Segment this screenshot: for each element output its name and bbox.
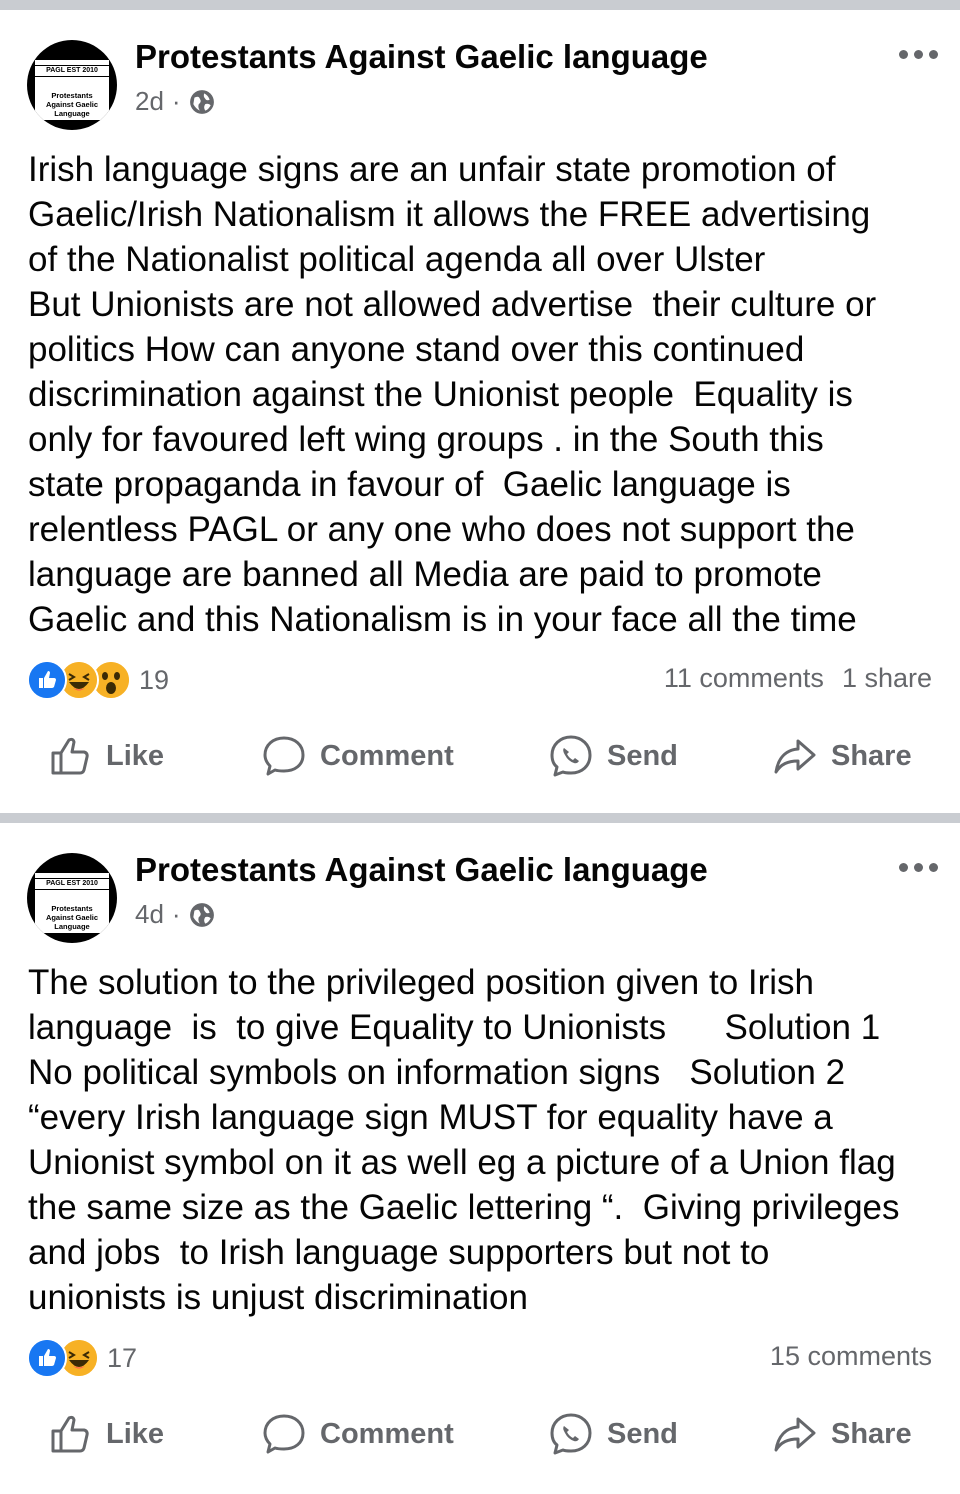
more-options-icon[interactable] bbox=[899, 863, 938, 872]
more-options-icon[interactable] bbox=[899, 50, 938, 59]
post-1: PAGL EST 2010 Protestants Against Gaelic… bbox=[0, 10, 960, 810]
avatar-line: Language bbox=[54, 109, 90, 118]
text-line: The solution to the privileged position … bbox=[28, 963, 815, 1002]
thumbs-up-icon bbox=[51, 1415, 89, 1453]
action-bar: Like Comment Send Share bbox=[0, 1412, 960, 1472]
comment-label: Comment bbox=[320, 739, 454, 772]
post-stats: 15 comments bbox=[770, 1341, 932, 1372]
globe-icon bbox=[189, 902, 214, 927]
text-line: No political symbols on information sign… bbox=[28, 1053, 846, 1092]
avatar-line: Protestants bbox=[51, 904, 93, 913]
text-line: language are banned all Media are paid t… bbox=[28, 555, 822, 594]
messenger-icon bbox=[550, 735, 592, 777]
share-arrow-icon bbox=[774, 1417, 816, 1452]
reactions-summary[interactable]: 17 bbox=[27, 1338, 137, 1378]
reaction-count[interactable]: 19 bbox=[139, 665, 169, 696]
comment-button[interactable]: Comment bbox=[262, 734, 454, 778]
post-time[interactable]: 4d bbox=[135, 899, 164, 930]
reaction-count[interactable]: 17 bbox=[107, 1343, 137, 1374]
text-line: politics How can anyone stand over this … bbox=[28, 330, 805, 369]
post-stats: 11 comments 1 share bbox=[664, 663, 932, 694]
like-reaction-icon bbox=[27, 660, 67, 700]
send-label: Send bbox=[607, 1417, 678, 1450]
text-line: Unionist symbol on it as well eg a pictu… bbox=[28, 1143, 896, 1182]
text-line: Irish language signs are an unfair state… bbox=[28, 150, 836, 189]
page-avatar[interactable]: PAGL EST 2010 Protestants Against Gaelic… bbox=[27, 853, 117, 943]
globe-icon bbox=[189, 89, 214, 114]
meta-separator: · bbox=[171, 86, 181, 116]
avatar-tag: PAGL EST 2010 bbox=[34, 65, 110, 77]
thumbs-up-icon bbox=[51, 737, 89, 775]
like-reaction-icon bbox=[27, 1338, 67, 1378]
text-line: language is to give Equality to Unionist… bbox=[28, 1008, 881, 1047]
like-label: Like bbox=[106, 1417, 165, 1450]
post-meta: 2d · bbox=[135, 86, 215, 117]
comment-bubble-icon bbox=[263, 1414, 305, 1454]
like-button[interactable]: Like bbox=[48, 734, 164, 778]
post-time[interactable]: 2d bbox=[135, 86, 164, 117]
comment-count[interactable]: 11 comments bbox=[664, 663, 824, 694]
text-line: “every Irish language sign MUST for equa… bbox=[28, 1098, 833, 1137]
share-arrow-icon bbox=[774, 739, 816, 774]
post-meta: 4d · bbox=[135, 899, 215, 930]
share-count[interactable]: 1 share bbox=[842, 663, 932, 694]
text-line: Gaelic/Irish Nationalism it allows the F… bbox=[28, 195, 871, 234]
avatar-line: Against Gaelic bbox=[45, 913, 99, 922]
text-line: only for favoured left wing groups . in … bbox=[28, 420, 824, 459]
share-button[interactable]: Share bbox=[773, 734, 912, 778]
avatar-line: Against Gaelic bbox=[45, 100, 99, 109]
post-divider bbox=[0, 813, 960, 823]
top-divider bbox=[0, 0, 960, 10]
text-line: unionists is unjust discrimination bbox=[28, 1278, 528, 1317]
share-button[interactable]: Share bbox=[773, 1412, 912, 1456]
like-label: Like bbox=[106, 739, 165, 772]
messenger-icon bbox=[550, 1413, 592, 1455]
avatar-line: Protestants bbox=[51, 91, 93, 100]
like-button[interactable]: Like bbox=[48, 1412, 164, 1456]
share-label: Share bbox=[831, 739, 912, 772]
send-button[interactable]: Send bbox=[549, 1412, 678, 1456]
comment-button[interactable]: Comment bbox=[262, 1412, 454, 1456]
action-bar: Like Comment Send Share bbox=[0, 734, 960, 794]
post-text: Irish language signs are an unfair state… bbox=[28, 147, 938, 642]
text-line: But Unionists are not allowed advertise … bbox=[28, 285, 877, 324]
share-label: Share bbox=[831, 1417, 912, 1450]
meta-separator: · bbox=[171, 899, 181, 929]
reactions-summary[interactable]: 19 bbox=[27, 660, 169, 700]
text-line: of the Nationalist political agenda all … bbox=[28, 240, 766, 279]
comment-bubble-icon bbox=[263, 736, 305, 776]
text-line: discrimination against the Unionist peop… bbox=[28, 375, 853, 414]
text-line: relentless PAGL or any one who does not … bbox=[28, 510, 855, 549]
avatar-line: Language bbox=[54, 922, 90, 931]
send-button[interactable]: Send bbox=[549, 734, 678, 778]
text-line: state propaganda in favour of Gaelic lan… bbox=[28, 465, 791, 504]
page-name[interactable]: Protestants Against Gaelic language bbox=[135, 851, 708, 889]
post-text: The solution to the privileged position … bbox=[28, 960, 938, 1320]
send-label: Send bbox=[607, 739, 678, 772]
text-line: Gaelic and this Nationalism is in your f… bbox=[28, 600, 857, 639]
page-name[interactable]: Protestants Against Gaelic language bbox=[135, 38, 708, 76]
avatar-tag: PAGL EST 2010 bbox=[34, 878, 110, 890]
text-line: and jobs to Irish language supporters bu… bbox=[28, 1233, 770, 1272]
comment-label: Comment bbox=[320, 1417, 454, 1450]
post-2: PAGL EST 2010 Protestants Against Gaelic… bbox=[0, 823, 960, 1494]
page-avatar[interactable]: PAGL EST 2010 Protestants Against Gaelic… bbox=[27, 40, 117, 130]
text-line: the same size as the Gaelic lettering “.… bbox=[28, 1188, 900, 1227]
comment-count[interactable]: 15 comments bbox=[770, 1341, 932, 1372]
